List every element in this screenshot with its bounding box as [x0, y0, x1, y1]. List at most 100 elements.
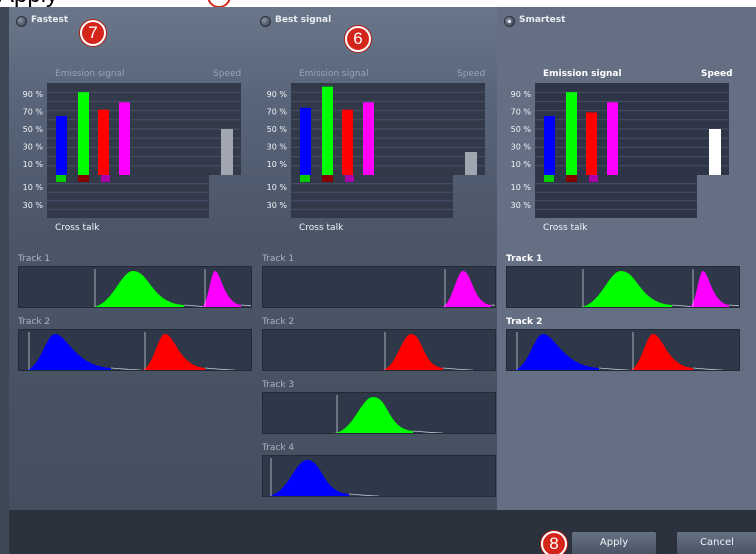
- track-configuration-dialog: Fastest Emission signal Speed Cross talk 90 …: [9, 7, 756, 510]
- spectrum-red: [381, 334, 443, 370]
- track-spectrum-box: [262, 455, 496, 497]
- y-tick-label: 70 %: [23, 108, 44, 117]
- emission-bar-green: [566, 92, 577, 175]
- badge-7: 7: [80, 20, 106, 46]
- track-spectrum: [441, 269, 495, 307]
- crosstalk-label: Cross talk: [543, 223, 588, 233]
- crosstalk-tick-label: 30 %: [23, 201, 44, 210]
- badge-8: 8: [541, 531, 567, 554]
- track-label: Track 1: [262, 254, 295, 264]
- emission-tail: [204, 367, 236, 370]
- track-label: Track 2: [506, 317, 543, 327]
- crosstalk-bar: [345, 175, 354, 182]
- crosstalk-bar: [78, 175, 89, 182]
- emission-tail: [728, 304, 739, 307]
- crosstalk-bar: [566, 175, 577, 182]
- crosstalk-tick-label: 10 %: [23, 183, 44, 192]
- spectrum-blue: [267, 460, 349, 496]
- spectrum-magenta: [201, 271, 241, 307]
- emission-bar-green: [78, 92, 89, 175]
- emission-bar-red: [586, 112, 597, 175]
- y-tick-label: 30 %: [267, 143, 288, 152]
- emission-signal-label: Emission signal: [299, 69, 369, 79]
- emission-signal-label: Emission signal: [55, 69, 125, 79]
- speed-label: Speed: [213, 69, 241, 79]
- y-tick-label: 90 %: [23, 90, 44, 99]
- emission-bar-magenta: [607, 102, 618, 175]
- track-spectrum-box: [262, 392, 496, 434]
- crosstalk-plot-area: [291, 175, 453, 218]
- y-tick-label: 50 %: [511, 125, 532, 134]
- panel-smartest[interactable]: Smartest Emission signal Speed Cross talk 90…: [497, 7, 756, 510]
- emission-signal-label: Emission signal: [543, 69, 622, 79]
- speed-label: Speed: [457, 69, 485, 79]
- track-label: Track 1: [506, 254, 543, 264]
- panel-fastest[interactable]: Fastest Emission signal Speed Cross talk 90 …: [9, 7, 253, 510]
- spectrum-green: [333, 397, 413, 433]
- emission-tail: [348, 493, 380, 496]
- y-tick-label: 90 %: [511, 90, 532, 99]
- panel-best-signal[interactable]: Best signal Emission signal Speed Cross tal…: [253, 7, 497, 510]
- emission-tail: [110, 367, 142, 370]
- crosstalk-tick-label: 30 %: [511, 201, 532, 210]
- emission-tail: [240, 304, 251, 307]
- spectrum-blue: [513, 334, 599, 370]
- window-edge: [0, 7, 9, 554]
- emission-tail: [412, 430, 444, 433]
- y-tick-label: 10 %: [511, 160, 532, 169]
- y-tick-label: 30 %: [511, 143, 532, 152]
- emission-bar-red: [98, 109, 109, 175]
- crosstalk-label: Cross talk: [55, 223, 100, 233]
- emission-bar-blue: [300, 107, 311, 175]
- track-spectrum-box: [506, 266, 740, 308]
- spectrum-magenta: [689, 271, 729, 307]
- emission-bar-blue: [544, 116, 555, 175]
- track-spectrum: [381, 332, 474, 370]
- emission-bar-red: [342, 109, 353, 175]
- crosstalk-bar: [322, 175, 333, 182]
- spectrum-green: [91, 271, 184, 307]
- speed-bar: [221, 129, 233, 175]
- cancel-button[interactable]: Cancel: [676, 531, 756, 554]
- track-label: Track 3: [262, 380, 295, 390]
- track-spectrum-box: [262, 329, 496, 371]
- track-spectrum: [91, 269, 251, 307]
- emission-tail: [598, 367, 630, 370]
- track-spectrum-box: [506, 329, 740, 371]
- track-spectrum: [513, 332, 724, 370]
- crosstalk-tick-label: 30 %: [267, 201, 288, 210]
- crosstalk-plot-area: [47, 175, 209, 218]
- speed-label: Speed: [701, 69, 733, 79]
- emission-chart: Emission signal Speed Cross talk 90 % 70 % 50…: [23, 69, 242, 233]
- y-tick-label: 50 %: [23, 125, 44, 134]
- spectrum-green: [579, 271, 672, 307]
- y-tick-label: 10 %: [267, 160, 288, 169]
- y-tick-label: 10 %: [23, 160, 44, 169]
- y-tick-label: 50 %: [267, 125, 288, 134]
- track-label: Track 4: [262, 443, 295, 453]
- track-spectrum: [25, 332, 236, 370]
- spectrum-magenta: [441, 271, 491, 307]
- badge-6: 6: [345, 26, 371, 52]
- track-spectrum-box: [262, 266, 496, 308]
- crosstalk-bar: [300, 175, 310, 182]
- y-tick-label: 30 %: [23, 143, 44, 152]
- track-spectrum: [579, 269, 739, 307]
- emission-bar-green: [322, 86, 333, 175]
- emission-tail: [692, 367, 724, 370]
- y-tick-label: 70 %: [511, 108, 532, 117]
- emission-tail: [490, 304, 495, 306]
- spectrum-red: [629, 334, 693, 370]
- crosstalk-bar: [589, 175, 598, 182]
- track-spectrum-box: [18, 329, 252, 371]
- speed-bar: [709, 129, 721, 175]
- apply-button[interactable]: Apply: [571, 531, 657, 554]
- track-spectrum: [333, 395, 444, 433]
- track-label: Track 2: [18, 317, 51, 327]
- y-tick-label: 90 %: [267, 90, 288, 99]
- emission-bar-blue: [56, 116, 67, 175]
- track-spectrum-box: [18, 266, 252, 308]
- spectrum-red: [141, 334, 205, 370]
- crosstalk-bar: [544, 175, 554, 182]
- emission-chart: Emission signal Speed Cross talk 90 % 70 % 50…: [267, 69, 486, 233]
